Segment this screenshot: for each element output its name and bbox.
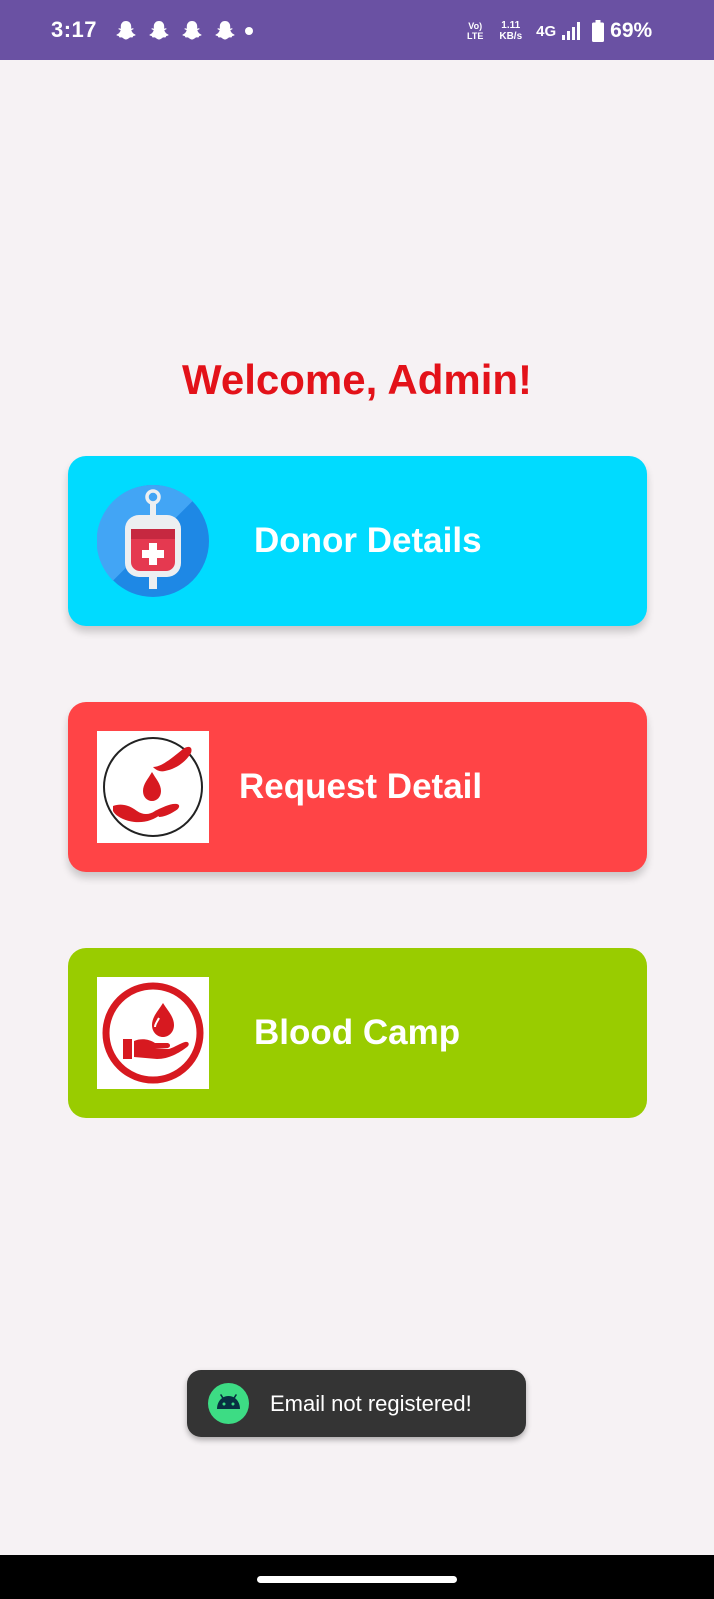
battery-percent: 69% (610, 19, 653, 42)
snapchat-icon (116, 21, 136, 40)
network-speed: 1.11 KB/s (499, 20, 523, 42)
blood-camp-button[interactable]: Blood Camp (68, 948, 647, 1118)
android-icon (208, 1383, 249, 1424)
snapchat-icon (215, 21, 235, 40)
more-notifications-dot-icon (245, 27, 253, 35)
blood-donation-hand-icon (97, 977, 209, 1089)
volte-indicator: Vo) LTE (467, 21, 484, 41)
home-gesture-pill[interactable] (257, 1576, 457, 1583)
request-detail-label: Request Detail (239, 767, 483, 806)
blood-camp-label: Blood Camp (254, 1013, 461, 1052)
toast-text: Email not registered! (270, 1391, 472, 1416)
status-bar: 3:17 Vo) LTE 1.11 KB/s 4G 69% (0, 0, 714, 60)
network-type: 4G (536, 22, 557, 40)
donor-details-button[interactable]: Donor Details (68, 456, 647, 626)
welcome-heading: Welcome, Admin! (181, 356, 533, 403)
snapchat-icon (149, 21, 169, 40)
snapchat-icon (182, 21, 202, 40)
request-detail-button[interactable]: Request Detail (68, 702, 647, 872)
notification-icons (116, 20, 253, 42)
navigation-bar (0, 1555, 714, 1599)
blood-bag-icon (97, 485, 209, 597)
donor-details-label: Donor Details (254, 521, 482, 560)
blood-drop-hands-icon (97, 731, 209, 843)
status-indicators: Vo) LTE 1.11 KB/s 4G 69% (467, 14, 652, 48)
status-time: 3:17 (51, 17, 98, 42)
signal-strength-icon (562, 22, 581, 40)
battery-icon (592, 20, 605, 42)
toast-message: Email not registered! (187, 1370, 526, 1437)
